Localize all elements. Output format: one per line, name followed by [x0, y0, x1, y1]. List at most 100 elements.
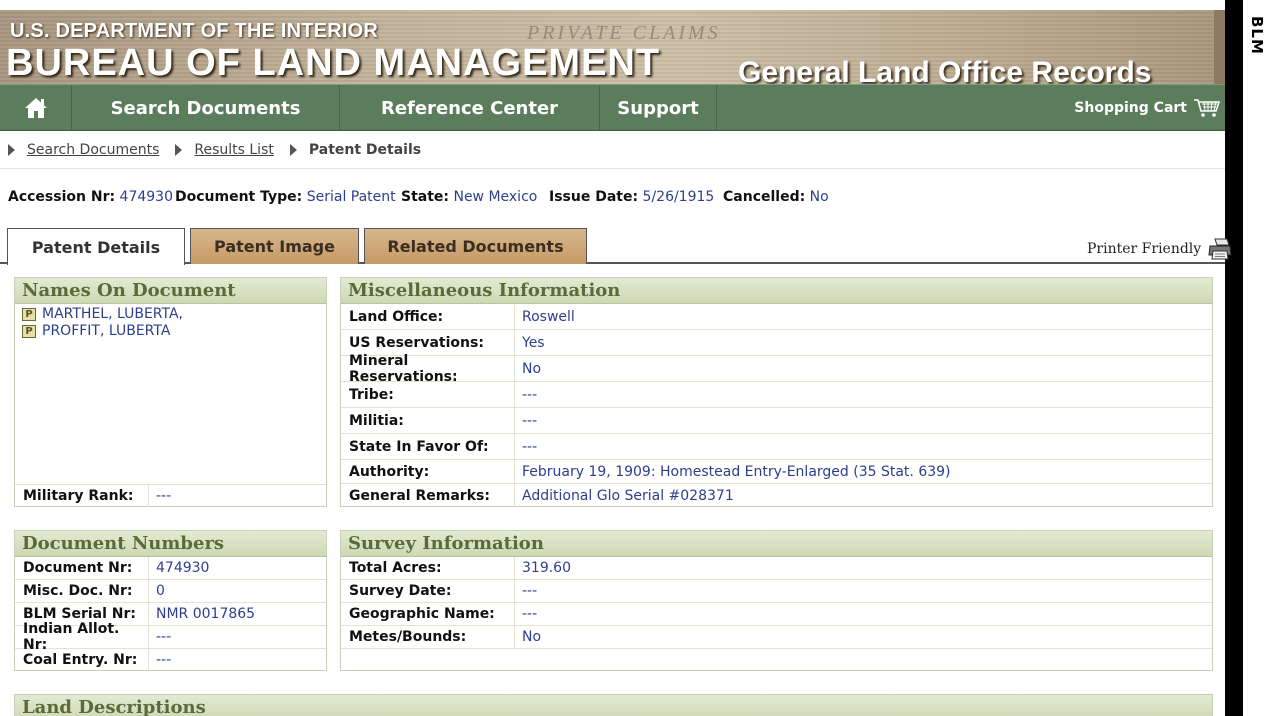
main-nav: Search Documents Reference Center Suppor… [0, 84, 1225, 131]
side-strip-panel [1243, 0, 1274, 716]
breadcrumb-current: Patent Details [308, 141, 422, 158]
breadcrumb-item: Patent Details [289, 141, 422, 158]
side-strip-label: BLM [1248, 16, 1266, 55]
banner-site-name: General Land Office Records [738, 56, 1152, 84]
summary-document-type: Document Type: Serial Patent [175, 189, 396, 205]
military-rank-value: --- [156, 488, 172, 504]
document-numbers-panel-title: Document Numbers [15, 531, 326, 557]
names-panel-title: Names On Document [15, 278, 326, 304]
docnum-value: 474930 [156, 560, 210, 576]
military-rank-label: Military Rank: [15, 485, 149, 507]
summary-label: State: [401, 189, 450, 205]
summary-label: Document Type: [175, 189, 303, 205]
summary-label: Cancelled: [723, 189, 806, 205]
shopping-cart-icon [1194, 99, 1221, 117]
shopping-cart-label: Shopping Cart [1074, 100, 1187, 116]
breadcrumb-arrow-icon [8, 143, 15, 156]
summary-label: Issue Date: [549, 189, 639, 205]
survey-info-panel: Survey Information Total Acres: 319.60 S… [340, 530, 1213, 671]
misc-label: Militia: [341, 408, 515, 433]
misc-label: Land Office: [341, 305, 515, 329]
docnum-row: Coal Entry. Nr: --- [15, 649, 326, 671]
misc-value: No [522, 360, 542, 377]
misc-value: Additional Glo Serial #028371 [522, 487, 734, 504]
docnum-value: --- [156, 629, 172, 645]
breadcrumb-item: Results List [175, 142, 274, 158]
summary-accession: Accession Nr: 474930 [8, 189, 173, 205]
document-numbers-panel: Document Numbers Document Nr: 474930 Mis… [14, 530, 327, 671]
docnum-label: Document Nr: [15, 557, 149, 579]
name-entry[interactable]: P MARTHEL, LUBERTA, [22, 306, 183, 322]
site-banner[interactable]: PRIVATE CLAIMS U.S. DEPARTMENT OF THE IN… [0, 10, 1225, 84]
survey-value: --- [522, 583, 538, 599]
survey-label: Metes/Bounds: [341, 626, 515, 648]
summary-cancelled: Cancelled: No [723, 189, 829, 205]
banner-title: BUREAU OF LAND MANAGEMENT [6, 42, 661, 84]
misc-value: Yes [522, 334, 545, 351]
misc-value: --- [522, 386, 538, 403]
misc-label: State In Favor Of: [341, 434, 515, 459]
land-descriptions-panel-title: Land Descriptions [15, 695, 1212, 716]
shopping-cart-link[interactable]: Shopping Cart [1074, 85, 1221, 131]
misc-row-general-remarks: General Remarks: Additional Glo Serial #… [341, 484, 1212, 507]
misc-label: Authority: [341, 460, 515, 483]
misc-row-state-in-favor-of: State In Favor Of: --- [341, 434, 1212, 460]
page: PRIVATE CLAIMS U.S. DEPARTMENT OF THE IN… [0, 0, 1274, 716]
survey-label: Survey Date: [341, 580, 515, 602]
name-text: PROFFIT, LUBERTA [42, 323, 171, 339]
nav-support[interactable]: Support [600, 85, 717, 131]
summary-issue-date: Issue Date: 5/26/1915 [549, 189, 714, 205]
survey-value: --- [522, 606, 538, 622]
docnum-value: NMR 0017865 [156, 606, 256, 622]
home-icon [24, 98, 47, 118]
breadcrumb-link-results-list[interactable]: Results List [194, 142, 273, 158]
misc-row-authority: Authority: February 19, 1909: Homestead … [341, 460, 1212, 484]
tab-patent-image[interactable]: Patent Image [190, 228, 359, 264]
misc-label: General Remarks: [341, 484, 515, 507]
survey-label: Geographic Name: [341, 603, 515, 625]
patentee-badge-icon: P [22, 307, 36, 321]
docnum-value: --- [156, 652, 172, 668]
printer-friendly-label: Printer Friendly [1087, 241, 1202, 257]
docnum-row: Misc. Doc. Nr: 0 [15, 580, 326, 603]
tab-patent-details[interactable]: Patent Details [7, 228, 185, 265]
misc-row-mineral-reservations: Mineral Reservations: No [341, 353, 1212, 385]
summary-state: State: New Mexico [401, 189, 537, 205]
docnum-label: Coal Entry. Nr: [15, 649, 149, 671]
docnum-row: Indian Allot. Nr: --- [15, 621, 326, 653]
breadcrumb-arrow-icon [289, 143, 297, 156]
nav-home-button[interactable] [0, 85, 72, 131]
misc-label: US Reservations: [341, 330, 515, 355]
name-text: MARTHEL, LUBERTA, [42, 306, 183, 322]
misc-info-panel-title: Miscellaneous Information [341, 278, 1212, 304]
survey-row: Survey Date: --- [341, 580, 1212, 603]
summary-value: New Mexico [453, 189, 538, 205]
survey-value: 319.60 [522, 560, 571, 576]
survey-info-panel-title: Survey Information [341, 531, 1212, 557]
misc-info-panel: Miscellaneous Information Land Office: R… [340, 277, 1213, 507]
survey-value: No [522, 629, 542, 645]
survey-label: Total Acres: [341, 557, 515, 579]
names-panel: Names On Document P MARTHEL, LUBERTA, P … [14, 277, 327, 507]
printer-friendly-link[interactable]: Printer Friendly [1087, 237, 1233, 261]
name-entry[interactable]: P PROFFIT, LUBERTA [22, 323, 170, 339]
misc-row-land-office: Land Office: Roswell [341, 305, 1212, 330]
misc-row-militia: Militia: --- [341, 408, 1212, 434]
summary-value: 474930 [119, 189, 173, 205]
summary-value: Serial Patent [306, 189, 396, 205]
misc-label: Tribe: [341, 382, 515, 407]
docnum-label: Misc. Doc. Nr: [15, 580, 149, 602]
military-rank-row: Military Rank: --- [15, 484, 326, 507]
docnum-value: 0 [156, 583, 165, 599]
misc-value: --- [522, 438, 538, 455]
breadcrumb: Search Documents Results List Patent Det… [0, 131, 1225, 169]
summary-value: 5/26/1915 [642, 189, 715, 205]
nav-reference-center[interactable]: Reference Center [340, 85, 600, 131]
banner-subtitle: U.S. DEPARTMENT OF THE INTERIOR [10, 20, 379, 42]
tab-related-documents[interactable]: Related Documents [364, 228, 587, 264]
breadcrumb-link-search-documents[interactable]: Search Documents [27, 142, 159, 158]
nav-search-documents[interactable]: Search Documents [72, 85, 340, 131]
survey-row: Geographic Name: --- [341, 603, 1212, 626]
survey-row: Total Acres: 319.60 [341, 557, 1212, 580]
land-descriptions-panel: Land Descriptions [14, 694, 1213, 716]
